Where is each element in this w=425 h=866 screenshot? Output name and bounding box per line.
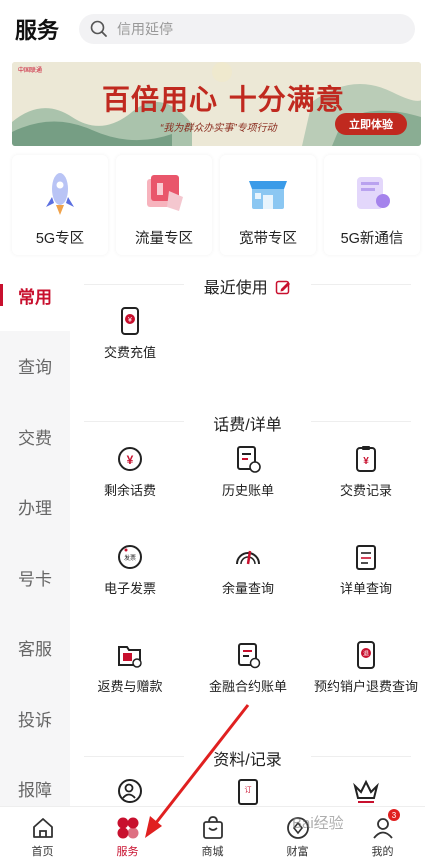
sidebar-item-customer-service[interactable]: 客服 xyxy=(0,613,70,684)
refund-phone-icon: 退 xyxy=(357,641,375,669)
service-list: 最近使用 ¥ 交费充值 话费/详单 ¥ 剩余话费 历史账单 ¥ 交费记录 发票 … xyxy=(70,260,425,806)
zone-cards: 5G专区 流量专区 宽带专区 5G新通信 xyxy=(12,155,420,255)
card-label: 流量专区 xyxy=(135,231,193,247)
user-card-icon xyxy=(118,779,142,803)
phone-pay-icon: ¥ xyxy=(121,307,139,335)
sidebar-item-query[interactable]: 查询 xyxy=(0,331,70,402)
sidebar-item-common[interactable]: 常用 xyxy=(0,260,70,331)
service-item-rebate[interactable]: 返费与赠款 xyxy=(71,640,189,695)
banner-headline: 百倍用心 十分满意 xyxy=(102,83,345,116)
header: 服务 信用延停 xyxy=(0,0,425,58)
service-item-finance-contract-bill[interactable]: 金融合约账单 xyxy=(189,640,307,695)
service-item-member[interactable] xyxy=(307,776,425,806)
service-icon xyxy=(117,817,138,839)
finance-bill-icon xyxy=(238,643,261,669)
history-bill-icon xyxy=(237,446,261,473)
rocket-icon xyxy=(46,173,74,215)
category-sidebar: 常用 查询 交费 办理 号卡 客服 投诉 报障 xyxy=(0,260,70,806)
tab-mine[interactable]: 我的 3 xyxy=(340,807,425,866)
service-item-recharge[interactable]: ¥ 交费充值 xyxy=(71,306,189,361)
sidebar-item-complaint[interactable]: 投诉 xyxy=(0,683,70,754)
sidebar-item-handle[interactable]: 办理 xyxy=(0,472,70,543)
tab-mall[interactable]: 商城 xyxy=(170,807,255,866)
card-traffic-zone[interactable]: 流量专区 xyxy=(116,155,212,255)
bottom-tabbar: 首页 服务 商城 财富 我的 3 xyxy=(0,806,425,866)
gauge-icon xyxy=(236,550,260,565)
service-item-balance[interactable]: ¥ 剩余话费 xyxy=(71,444,189,499)
card-label: 5G新通信 xyxy=(340,231,404,247)
notification-badge: 3 xyxy=(388,809,400,821)
card-label: 宽带专区 xyxy=(239,231,297,247)
service-item-order[interactable]: 订 xyxy=(189,776,307,806)
card-5g-new-comm[interactable]: 5G新通信 xyxy=(324,155,420,255)
service-item-cancel-refund-query[interactable]: 退 预约销户退费查询 xyxy=(307,640,425,695)
unicom-logo: 中国联通 xyxy=(18,68,43,74)
crown-icon xyxy=(353,779,379,803)
sidebar-item-number-card[interactable]: 号卡 xyxy=(0,542,70,613)
service-item-e-invoice[interactable]: 发票 电子发票 xyxy=(71,542,189,597)
tab-home[interactable]: 首页 xyxy=(0,807,85,866)
banner-subline: “我为群众办实事”专项行动 xyxy=(160,123,277,134)
rebate-folder-icon xyxy=(118,646,142,668)
section-title-recent: 最近使用 xyxy=(70,274,425,298)
svg-text:订: 订 xyxy=(245,785,252,794)
service-item-profile[interactable] xyxy=(71,776,189,806)
page-title: 服务 xyxy=(15,18,60,43)
app-screen: 服务 信用延停 中国联通 百倍用心 十分满意 “我为群众办实事”专项行动 立即体… xyxy=(0,0,425,866)
search-placeholder: 信用延停 xyxy=(117,21,173,37)
section-title-records: 资料/记录 xyxy=(70,746,425,770)
mall-bag-icon xyxy=(202,816,223,839)
svg-text:退: 退 xyxy=(363,650,369,658)
service-item-payment-record[interactable]: ¥ 交费记录 xyxy=(307,444,425,499)
promo-banner[interactable]: 中国联通 百倍用心 十分满意 “我为群众办实事”专项行动 立即体验 xyxy=(12,62,421,146)
sidebar-item-payment[interactable]: 交费 xyxy=(0,401,70,472)
e-invoice-icon: 发票 xyxy=(118,545,142,569)
data-traffic-icon xyxy=(147,175,183,211)
svg-text:发票: 发票 xyxy=(124,554,136,562)
card-broadband-zone[interactable]: 宽带专区 xyxy=(220,155,316,255)
service-item-history-bill[interactable]: 历史账单 xyxy=(189,444,307,499)
home-icon xyxy=(32,818,53,838)
search-bar[interactable]: 信用延停 xyxy=(79,14,415,44)
order-doc-icon: 订 xyxy=(238,779,258,805)
new-comm-icon xyxy=(357,177,390,209)
payment-record-icon: ¥ xyxy=(356,446,376,472)
broadband-store-icon xyxy=(249,181,287,209)
yuan-coin-icon: ¥ xyxy=(118,447,142,471)
service-item-detail-query[interactable]: 详单查询 xyxy=(307,542,425,597)
search-icon xyxy=(90,20,107,37)
card-label: 5G专区 xyxy=(35,231,85,247)
section-title-bill: 话费/详单 xyxy=(70,411,425,435)
card-5g-zone[interactable]: 5G专区 xyxy=(12,155,108,255)
watermark: Bai经验 xyxy=(292,815,344,832)
tab-service[interactable]: 服务 xyxy=(85,807,170,866)
banner-cta-button[interactable]: 立即体验 xyxy=(335,113,407,135)
svg-text:¥: ¥ xyxy=(127,453,134,467)
edit-icon[interactable] xyxy=(275,279,291,295)
service-item-usage-query[interactable]: 余量查询 xyxy=(189,542,307,597)
svg-text:¥: ¥ xyxy=(128,317,132,324)
svg-text:¥: ¥ xyxy=(363,456,369,467)
detail-list-icon xyxy=(356,545,376,570)
